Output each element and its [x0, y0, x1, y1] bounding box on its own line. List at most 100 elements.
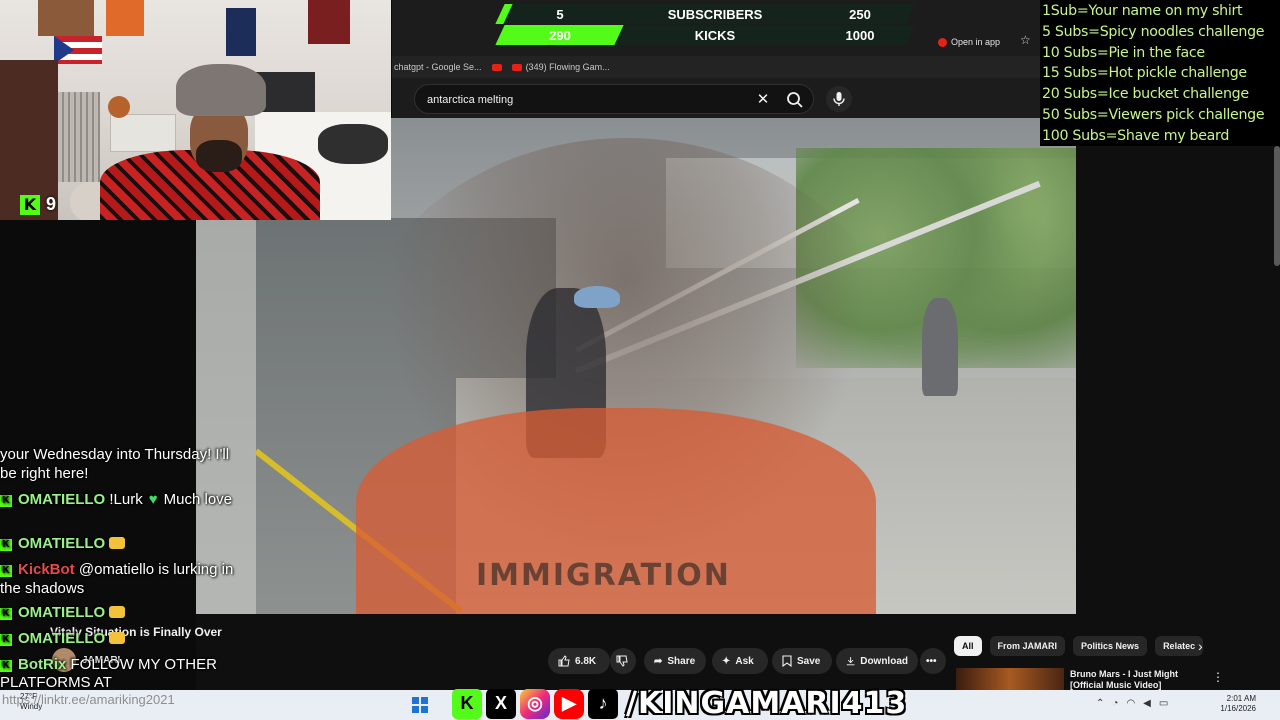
more-horizontal-icon: •••	[926, 655, 937, 667]
kick-logo-icon: K	[20, 194, 40, 215]
chat-message: K OMATIELLO	[0, 535, 126, 552]
youtube-logo-icon: ▶	[554, 688, 584, 719]
volume-icon[interactable]: ◀	[1143, 698, 1151, 709]
battery-icon[interactable]: ▭	[1159, 698, 1168, 709]
search-box: ✕	[414, 84, 814, 114]
chat-message: PLATFORMS AT	[0, 674, 112, 691]
kick-badge-icon: K	[0, 539, 12, 551]
more-actions-button[interactable]: •••	[920, 648, 946, 674]
bookmark-label: (349) Flowing Gam...	[525, 62, 610, 72]
thumbs-down-icon	[616, 655, 628, 667]
bookmark-item[interactable]	[491, 63, 502, 71]
bookmarks-bar: chatgpt - Google Se... (349) Flowing Gam…	[392, 56, 1040, 78]
open-in-app-label: Open in app	[951, 37, 1001, 47]
clock-date: 1/16/2026	[1220, 704, 1256, 713]
stream-chat: your Wednesday into Thursday! I'll be ri…	[0, 446, 270, 692]
poster	[308, 0, 350, 44]
chat-message: K OMATIELLO	[0, 604, 126, 621]
heart-icon: ♥	[148, 491, 158, 508]
related-video-thumbnail[interactable]	[956, 668, 1064, 690]
chat-message: your Wednesday into Thursday! I'll	[0, 446, 229, 463]
chat-username: KickBot	[18, 561, 75, 578]
youtube-icon	[938, 37, 947, 47]
save-button[interactable]: Save	[772, 648, 832, 674]
download-button[interactable]: Download	[836, 648, 918, 674]
like-count: 6.8K	[575, 655, 597, 667]
related-video-title[interactable]: Bruno Mars - I Just Might [Official Musi…	[1070, 669, 1208, 691]
webcam-feed: K 9	[0, 0, 391, 220]
clear-search-icon[interactable]: ✕	[753, 90, 773, 110]
sub-goals-list: 1Sub=Your name on my shirt 5 Subs=Spicy …	[1040, 0, 1280, 146]
goal-line: 10 Subs=Pie in the face	[1042, 44, 1205, 61]
video-shirt-text: IMMIGRATION	[476, 558, 731, 593]
video-pedestrian	[922, 298, 958, 396]
viewer-count: 9	[46, 194, 57, 214]
network-icon[interactable]: ◔	[1112, 698, 1118, 709]
chip-related[interactable]: Relatec	[1155, 636, 1204, 656]
chat-text: !Lurk	[109, 491, 143, 508]
chat-text: FOLLOW MY OTHER	[70, 656, 217, 673]
chat-username: BotRix	[18, 656, 67, 673]
windows-start-icon[interactable]	[412, 697, 428, 713]
dislike-button[interactable]	[610, 648, 636, 674]
ask-label: Ask	[735, 655, 754, 667]
chat-text: be right here!	[0, 465, 89, 482]
goal-line: 15 Subs=Hot pickle challenge	[1042, 65, 1247, 82]
youtube-icon	[511, 63, 522, 71]
chip-from-channel[interactable]: From JAMARI	[989, 636, 1066, 656]
kick-badge-icon: K	[0, 565, 12, 577]
more-vertical-icon[interactable]: ⋮	[1212, 670, 1224, 684]
chat-text: the shadows	[0, 580, 85, 597]
chat-message: be right here!	[0, 465, 88, 482]
search-input[interactable]	[427, 92, 727, 108]
chat-message: K KickBot @omatiello is lurking in	[0, 561, 233, 578]
chevron-right-icon[interactable]: ›	[1198, 638, 1203, 654]
pillow	[318, 124, 388, 164]
emote-icon	[109, 537, 126, 549]
chat-text: @omatiello is lurking in	[78, 561, 234, 578]
social-handles: K X ◎ ▶ ♪ /KINGAMARI413	[452, 686, 907, 720]
chat-username: OMATIELLO	[18, 491, 106, 508]
microphone-icon	[833, 92, 845, 106]
goal-line: 50 Subs=Viewers pick challenge	[1042, 106, 1265, 123]
chip-all[interactable]: All	[954, 636, 982, 656]
goal-line: 20 Subs=Ice bucket challenge	[1042, 86, 1249, 103]
chat-message: K BotRix FOLLOW MY OTHER	[0, 656, 217, 673]
ask-button[interactable]: ✦ Ask	[712, 648, 768, 674]
taskbar-clock[interactable]: 2:01 AM 1/16/2026	[1216, 694, 1256, 714]
poster	[38, 0, 94, 36]
voice-search-button[interactable]	[826, 86, 852, 112]
chip-politics-news[interactable]: Politics News	[1073, 636, 1148, 656]
system-tray[interactable]: ⌃ ◔ ◠ ◀ ▭	[1096, 698, 1168, 709]
bookmark-star-icon[interactable]: ☆	[1020, 33, 1031, 47]
viewer-badge: K 9	[20, 194, 56, 215]
subscriber-goal: 5 SUBSCRIBERS 250	[495, 4, 915, 24]
sparkle-icon: ✦	[722, 655, 731, 667]
like-button[interactable]: 6.8K	[548, 648, 610, 674]
goal-target: 1000	[845, 28, 875, 43]
emote-icon	[109, 632, 126, 644]
thumbs-up-icon	[558, 655, 570, 667]
search-icon[interactable]	[785, 90, 805, 110]
streamer-hat	[176, 64, 266, 116]
goal-line: 100 Subs=Shave my beard	[1042, 127, 1230, 144]
goal-current: 5	[556, 7, 564, 22]
share-button[interactable]: ➦ Share	[644, 648, 706, 674]
chat-username: OMATIELLO	[18, 604, 106, 621]
chat-text: PLATFORMS AT	[0, 674, 112, 691]
share-label: Share	[667, 655, 696, 667]
chat-text: Much love	[163, 491, 233, 508]
tiktok-logo-icon: ♪	[588, 688, 618, 719]
youtube-icon	[491, 63, 502, 71]
kick-badge-icon: K	[0, 660, 12, 672]
chevron-up-icon[interactable]: ⌃	[1096, 698, 1104, 709]
share-icon: ➦	[654, 655, 663, 667]
goal-widget: 5 SUBSCRIBERS 250 290 KICKS 1000	[495, 2, 915, 46]
download-label: Download	[860, 655, 908, 667]
open-in-app-button[interactable]: Open in app	[938, 34, 1000, 50]
goal-target: 250	[849, 7, 871, 22]
bookmark-item[interactable]: chatgpt - Google Se...	[394, 62, 482, 72]
scrollbar[interactable]	[1274, 146, 1280, 266]
wifi-icon[interactable]: ◠	[1126, 698, 1135, 709]
bookmark-item[interactable]: (349) Flowing Gam...	[511, 62, 610, 72]
